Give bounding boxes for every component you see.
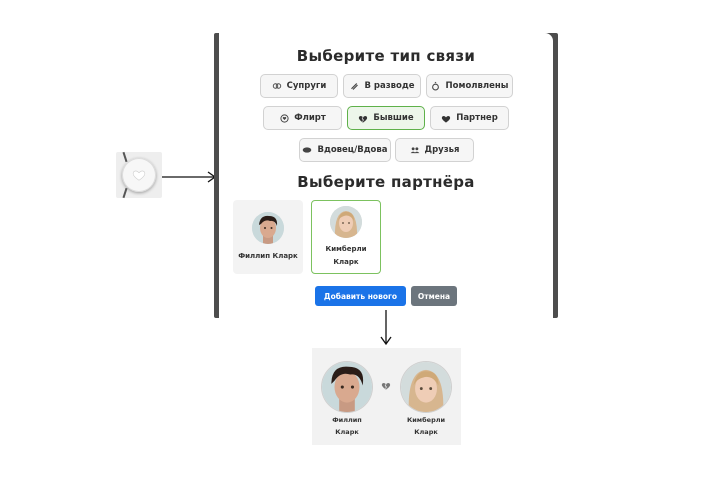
cancel-button[interactable]: Отмена bbox=[411, 286, 457, 306]
cameo-icon bbox=[302, 145, 312, 155]
partner-card-phillip[interactable]: Филлип Кларк bbox=[233, 200, 303, 274]
type-label: Бывшие bbox=[373, 113, 414, 123]
type-partner-button[interactable]: Партнер bbox=[430, 106, 509, 130]
type-label: Вдовец/Вдова bbox=[317, 145, 388, 155]
rings-icon bbox=[272, 81, 282, 91]
partner-name-line2: Кларк bbox=[333, 258, 359, 266]
type-flirt-button[interactable]: Флирт bbox=[263, 106, 342, 130]
relationship-modal: Выберите тип связи Супруги В разводе Пом… bbox=[219, 33, 553, 318]
type-widowed-button[interactable]: Вдовец/Вдова bbox=[299, 138, 391, 162]
result-name-right-line2: Кларк bbox=[414, 428, 438, 436]
heart-button[interactable] bbox=[122, 158, 156, 192]
connector-line-top bbox=[122, 151, 128, 163]
add-new-button[interactable]: Добавить нового bbox=[315, 286, 406, 306]
type-friends-button[interactable]: Друзья bbox=[395, 138, 474, 162]
connector-line-bottom bbox=[122, 187, 128, 199]
broken-heart-icon bbox=[381, 383, 391, 390]
type-label: Флирт bbox=[294, 113, 326, 123]
type-engaged-button[interactable]: Помолвлены bbox=[426, 74, 513, 98]
choose-partner-title: Выберите партнёра bbox=[297, 173, 475, 191]
avatar-phillip bbox=[322, 362, 372, 412]
type-label: Партнер bbox=[456, 113, 498, 123]
partner-name-line1: Кимберли bbox=[325, 245, 367, 253]
avatar-kimberly bbox=[401, 362, 451, 412]
arrow-right-icon bbox=[162, 171, 217, 183]
type-exes-button[interactable]: Бывшие bbox=[347, 106, 425, 130]
relationship-type-title: Выберите тип связи bbox=[296, 47, 476, 65]
modal-backdrop: Выберите тип связи Супруги В разводе Пом… bbox=[214, 33, 558, 318]
partner-name: Филлип Кларк bbox=[238, 252, 298, 260]
broken-rings-icon bbox=[349, 81, 359, 91]
broken-heart-icon bbox=[358, 113, 368, 123]
heart-icon bbox=[441, 113, 451, 123]
ring-icon bbox=[431, 81, 441, 91]
partner-card-kimberly[interactable]: Кимберли Кларк bbox=[311, 200, 381, 274]
result-name-left-line2: Кларк bbox=[335, 428, 359, 436]
relationship-result-panel: Филлип Кларк Кимберли Кларк bbox=[312, 348, 461, 445]
arrow-down-icon bbox=[380, 310, 392, 346]
type-divorced-button[interactable]: В разводе bbox=[343, 74, 421, 98]
type-spouses-button[interactable]: Супруги bbox=[260, 74, 338, 98]
relationship-node[interactable] bbox=[116, 151, 162, 199]
type-label: Друзья bbox=[424, 145, 460, 155]
result-name-right-line1: Кимберли bbox=[406, 416, 446, 424]
avatar bbox=[252, 212, 284, 244]
avatar bbox=[330, 206, 362, 238]
type-label: Помолвлены bbox=[445, 81, 509, 91]
heart-icon bbox=[132, 170, 146, 181]
type-label: Супруги bbox=[286, 81, 327, 91]
chat-heart-icon bbox=[279, 113, 289, 123]
type-label: В разводе bbox=[364, 81, 415, 91]
people-icon bbox=[410, 145, 420, 155]
result-name-left-line1: Филлип bbox=[332, 416, 362, 424]
